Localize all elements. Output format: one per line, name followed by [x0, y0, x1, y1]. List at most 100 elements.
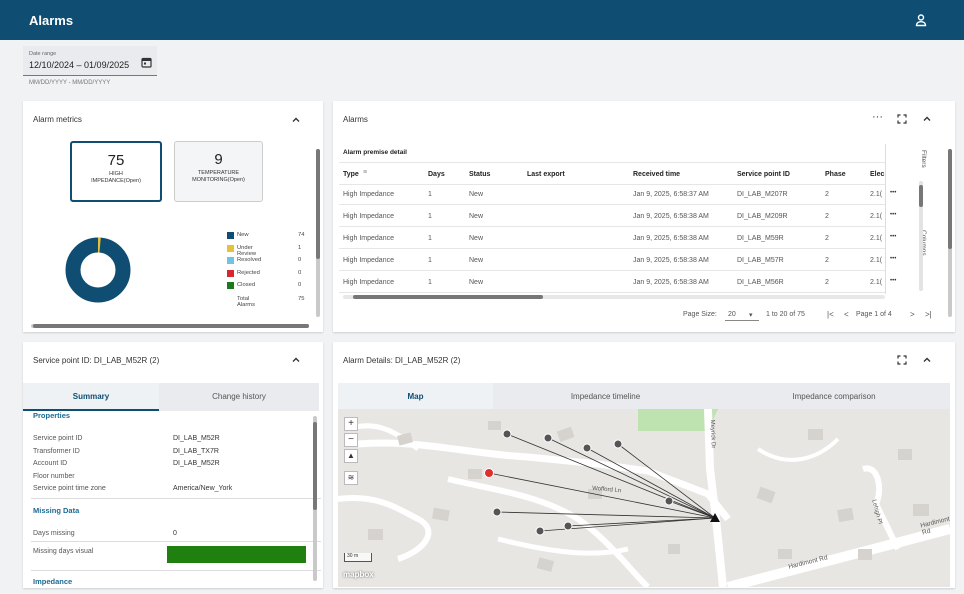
table-cell-received: Jan 9, 2025, 6:58:37 AM — [633, 191, 709, 198]
column-header[interactable]: Last export — [527, 171, 565, 178]
compass-icon[interactable]: ▲ — [344, 449, 358, 463]
filters-tab[interactable]: Filters — [920, 150, 927, 168]
zoom-in-button[interactable]: + — [344, 417, 358, 431]
filter-icon[interactable]: ≡ — [363, 169, 367, 176]
vertical-scrollbar[interactable] — [948, 149, 952, 317]
page-size-select[interactable]: 20 ▾ — [725, 306, 759, 321]
legend-label: Resolved — [237, 257, 262, 263]
horizontal-scrollbar[interactable] — [31, 324, 309, 328]
table-cell-spid: DI_LAB_M57R — [737, 257, 784, 264]
column-header[interactable]: Type — [343, 171, 359, 178]
metric-high-impedance[interactable]: 75 HIGH IMPEDANCE(Open) — [70, 141, 162, 202]
app-header: Alarms — [0, 0, 964, 40]
next-page-icon[interactable]: > — [910, 310, 915, 319]
user-icon[interactable] — [914, 13, 928, 27]
alarm-metrics-title: Alarm metrics — [33, 115, 82, 124]
chevron-down-icon: ▾ — [749, 312, 753, 319]
date-range-value[interactable]: 12/10/2024 – 01/09/2025 — [29, 60, 129, 70]
column-header[interactable]: Received time — [633, 171, 680, 178]
alarms-card: Alarms ··· Alarm premise detail Type Days… — [333, 101, 955, 332]
property-label: Account ID — [33, 460, 68, 467]
legend-value: 74 — [298, 232, 305, 238]
legend-label: Total Alarms — [237, 296, 256, 308]
legend-label: Closed — [237, 282, 256, 288]
collapse-icon[interactable] — [922, 355, 932, 365]
property-label: Service point ID — [33, 435, 83, 442]
column-header[interactable]: Days — [428, 171, 445, 178]
table-cell-days: 1 — [428, 191, 432, 198]
table-cell-days: 1 — [428, 279, 432, 286]
table-vertical-scrollbar[interactable] — [919, 181, 923, 291]
table-cell-spid: DI_LAB_M207R — [737, 191, 788, 198]
table-cell-elec: 2.1( — [870, 213, 883, 220]
alarms-title: Alarms — [343, 115, 368, 124]
legend-value: 0 — [298, 270, 302, 276]
previous-page-icon[interactable]: < — [844, 310, 849, 319]
table-cell-days: 1 — [428, 235, 432, 242]
metric-label: IMPEDANCE(Open) — [91, 178, 141, 184]
table-cell-elec: 2.1( — [870, 279, 883, 286]
property-value: America/New_York — [173, 485, 233, 492]
first-page-icon[interactable]: |< — [827, 310, 834, 319]
table-cell-type: High Impedance — [343, 235, 394, 242]
collapse-icon[interactable] — [291, 355, 301, 365]
legend-swatch — [227, 257, 234, 264]
table-cell-status: New — [469, 213, 484, 220]
tab-impedance-comparison[interactable]: Impedance comparison — [718, 383, 950, 411]
alarm-status-donut-chart — [65, 237, 131, 303]
missing-data-heading: Missing Data — [33, 506, 80, 515]
map-canvas — [338, 409, 950, 587]
column-header[interactable]: Service point ID — [737, 171, 790, 178]
metric-temperature-monitoring[interactable]: 9 TEMPERATURE MONITORING(Open) — [174, 141, 263, 202]
days-missing-label: Days missing — [33, 530, 75, 537]
zoom-out-button[interactable]: − — [344, 433, 358, 447]
fullscreen-icon[interactable] — [897, 114, 907, 124]
legend-label: New — [237, 232, 249, 238]
last-page-icon[interactable]: >| — [925, 310, 932, 319]
table-cell-spid: DI_LAB_M56R — [737, 279, 784, 286]
table-cell-elec: 2.1( — [870, 191, 883, 198]
page-title: Alarms — [29, 13, 74, 28]
map-scale-label: 30 m — [347, 553, 359, 559]
missing-days-visual-bar — [167, 546, 306, 563]
fullscreen-icon[interactable] — [897, 355, 907, 365]
map-view[interactable]: Wofford Ln Hardimont Rd Lehigh Pl Hardim… — [338, 409, 950, 587]
table-cell-spid: DI_LAB_M209R — [737, 213, 788, 220]
map-scale: 30 m — [344, 553, 372, 562]
alarm-metrics-card: Alarm metrics 75 HIGH IMPEDANCE(Open) 9 … — [23, 101, 323, 332]
service-point-tabs: Summary Change history — [23, 383, 319, 411]
date-range-field[interactable]: Date range 12/10/2024 – 01/09/2025 — [23, 46, 157, 76]
layers-icon[interactable]: ≋ — [344, 471, 358, 485]
vertical-scrollbar[interactable] — [313, 416, 317, 581]
column-header[interactable]: Phase — [825, 171, 846, 178]
table-cell-elec: 2.1( — [870, 235, 883, 242]
alarm-details-card: Alarm Details: DI_LAB_M52R (2) Map Imped… — [333, 342, 955, 588]
table-cell-days: 1 — [428, 257, 432, 264]
row-range: 1 to 20 of 75 — [766, 311, 805, 318]
side-panel-tabs: Filters Columns — [885, 144, 931, 294]
table-cell-status: New — [469, 279, 484, 286]
table-cell-received: Jan 9, 2025, 6:58:38 AM — [633, 279, 709, 286]
page-size-value: 20 — [728, 311, 736, 318]
tab-summary[interactable]: Summary — [23, 383, 159, 411]
column-header[interactable]: Elec — [870, 171, 884, 178]
more-options-icon[interactable]: ··· — [872, 111, 883, 123]
calendar-icon[interactable] — [141, 57, 152, 68]
mapbox-logo-text: mapbox — [343, 570, 374, 579]
tab-impedance-timeline[interactable]: Impedance timeline — [493, 383, 718, 411]
table-cell-type: High Impedance — [343, 257, 394, 264]
collapse-icon[interactable] — [922, 114, 932, 124]
tab-change-history[interactable]: Change history — [159, 383, 319, 411]
property-label: Floor number — [33, 472, 75, 480]
tab-map[interactable]: Map — [338, 383, 493, 411]
table-cell-received: Jan 9, 2025, 6:58:38 AM — [633, 257, 709, 264]
vertical-scrollbar[interactable] — [316, 149, 320, 317]
mapbox-logo: mapbox — [343, 570, 374, 579]
legend-swatch — [227, 232, 234, 239]
legend-swatch — [227, 270, 234, 277]
table-cell-spid: DI_LAB_M59R — [737, 235, 784, 242]
collapse-icon[interactable] — [291, 115, 301, 125]
table-horizontal-scrollbar[interactable] — [343, 295, 885, 299]
property-value: DI_LAB_TX7R — [173, 447, 219, 455]
column-header[interactable]: Status — [469, 171, 490, 178]
